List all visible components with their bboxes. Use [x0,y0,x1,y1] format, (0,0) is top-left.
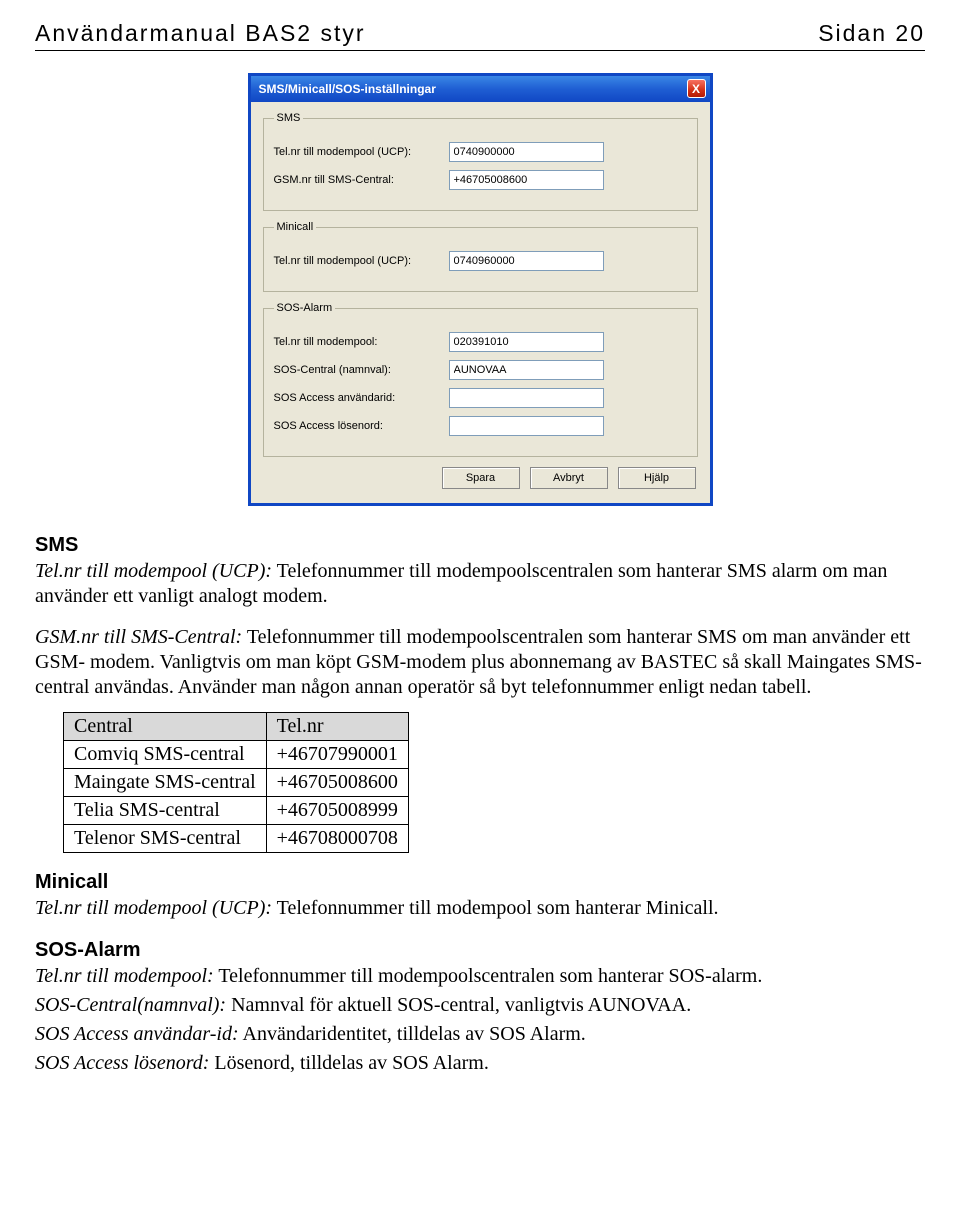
input-sms-ucp[interactable] [449,142,604,162]
label-minicall-ucp: Tel.nr till modempool (UCP): [274,255,449,267]
cell: Maingate SMS-central [64,769,267,797]
term: Tel.nr till modempool (UCP): [35,897,272,919]
field-row: Tel.nr till modempool (UCP): [274,142,687,162]
table-row: Telia SMS-central +46705008999 [64,797,409,825]
label-sms-ucp: Tel.nr till modempool (UCP): [274,146,449,158]
legend-minicall: Minicall [274,221,317,233]
help-button[interactable]: Hjälp [618,467,696,489]
text: Telefonnummer till modempool som hantera… [272,897,718,919]
term: Tel.nr till modempool: [35,965,214,987]
table-header-row: Central Tel.nr [64,713,409,741]
label-sos-password: SOS Access lösenord: [274,420,449,432]
label-sos-userid: SOS Access användarid: [274,392,449,404]
legend-sos: SOS-Alarm [274,302,336,314]
sms-central-table: Central Tel.nr Comviq SMS-central +46707… [63,712,409,853]
text: Lösenord, tilldelas av SOS Alarm. [209,1052,488,1074]
cell: Comviq SMS-central [64,741,267,769]
input-sms-gsm[interactable] [449,170,604,190]
field-row: Tel.nr till modempool: [274,332,687,352]
input-sos-modempool[interactable] [449,332,604,352]
dialog-titlebar: SMS/Minicall/SOS-inställningar X [251,76,710,102]
text: Användaridentitet, tilldelas av SOS Alar… [239,1023,586,1045]
paragraph: Tel.nr till modempool: Telefonnummer til… [35,964,925,989]
field-row: SOS Access användarid: [274,388,687,408]
cell: +46705008600 [266,769,408,797]
paragraph: SOS-Central(namnval): Namnval för aktuel… [35,993,925,1018]
paragraph: SOS Access lösenord: Lösenord, tilldelas… [35,1051,925,1076]
paragraph: Tel.nr till modempool (UCP): Telefonnumm… [35,559,925,609]
dialog-screenshot: SMS/Minicall/SOS-inställningar X SMS Tel… [35,73,925,506]
settings-dialog: SMS/Minicall/SOS-inställningar X SMS Tel… [248,73,713,506]
legend-sms: SMS [274,112,304,124]
dialog-body: SMS Tel.nr till modempool (UCP): GSM.nr … [251,102,710,503]
th-telnr: Tel.nr [266,713,408,741]
field-row: GSM.nr till SMS-Central: [274,170,687,190]
input-sos-userid[interactable] [449,388,604,408]
dialog-title: SMS/Minicall/SOS-inställningar [259,82,436,96]
text: Telefonnummer till modempoolscentralen s… [214,965,763,987]
group-sos: SOS-Alarm Tel.nr till modempool: SOS-Cen… [263,302,698,457]
term: Tel.nr till modempool (UCP): [35,560,272,582]
cancel-button[interactable]: Avbryt [530,467,608,489]
body-text: SMS Tel.nr till modempool (UCP): Telefon… [35,534,925,1076]
term: SOS Access lösenord: [35,1052,209,1074]
group-minicall: Minicall Tel.nr till modempool (UCP): [263,221,698,292]
text: Namnval för aktuell SOS-central, vanligt… [226,994,691,1016]
save-button[interactable]: Spara [442,467,520,489]
cell: Telia SMS-central [64,797,267,825]
field-row: Tel.nr till modempool (UCP): [274,251,687,271]
table-row: Telenor SMS-central +46708000708 [64,825,409,853]
field-row: SOS Access lösenord: [274,416,687,436]
page-number: Sidan 20 [818,20,925,47]
term: GSM.nr till SMS-Central: [35,626,242,648]
th-central: Central [64,713,267,741]
heading-minicall: Minicall [35,871,925,894]
field-row: SOS-Central (namnval): [274,360,687,380]
table-row: Comviq SMS-central +46707990001 [64,741,409,769]
group-sms: SMS Tel.nr till modempool (UCP): GSM.nr … [263,112,698,211]
cell: +46705008999 [266,797,408,825]
paragraph: GSM.nr till SMS-Central: Telefonnummer t… [35,625,925,700]
cell: +46708000708 [266,825,408,853]
doc-title: Användarmanual BAS2 styr [35,20,366,47]
input-sos-password[interactable] [449,416,604,436]
input-sos-central[interactable] [449,360,604,380]
label-sos-modempool: Tel.nr till modempool: [274,336,449,348]
term: SOS-Central(namnval): [35,994,226,1016]
label-sms-gsm: GSM.nr till SMS-Central: [274,174,449,186]
label-sos-central: SOS-Central (namnval): [274,364,449,376]
cell: Telenor SMS-central [64,825,267,853]
heading-sms: SMS [35,534,925,557]
input-minicall-ucp[interactable] [449,251,604,271]
page-header: Användarmanual BAS2 styr Sidan 20 [35,20,925,51]
cell: +46707990001 [266,741,408,769]
dialog-buttons: Spara Avbryt Hjälp [265,467,696,489]
paragraph: SOS Access användar-id: Användaridentite… [35,1022,925,1047]
table-row: Maingate SMS-central +46705008600 [64,769,409,797]
heading-sos: SOS-Alarm [35,939,925,962]
term: SOS Access användar-id: [35,1023,239,1045]
paragraph: Tel.nr till modempool (UCP): Telefonnumm… [35,896,925,921]
close-icon[interactable]: X [687,79,706,98]
